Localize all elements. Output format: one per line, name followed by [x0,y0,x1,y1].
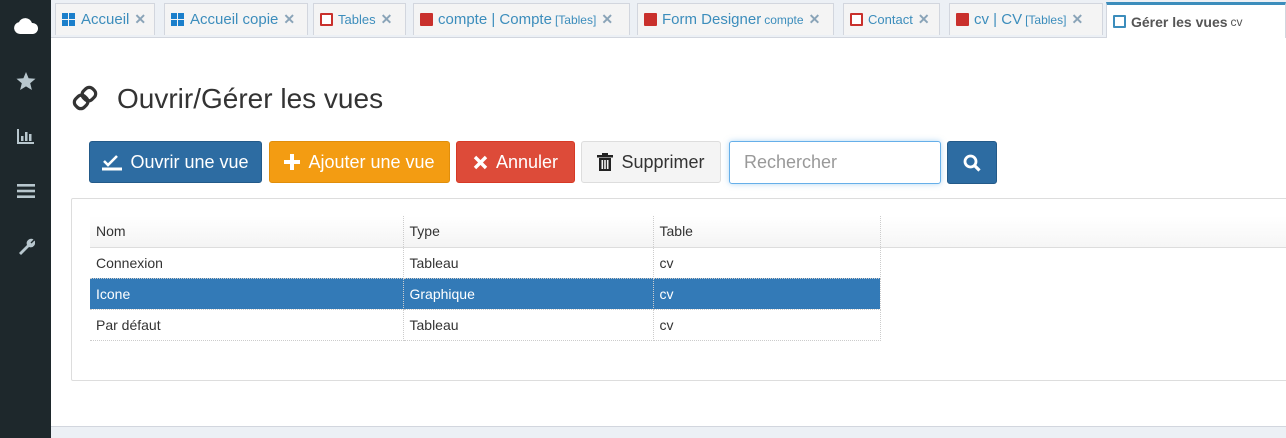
tab-form-designer[interactable]: Form Designer compte ✕ [637,3,834,35]
delete-label: Supprimer [621,151,705,172]
cancel-label: Annuler [495,151,559,172]
close-icon[interactable]: ✕ [134,11,146,28]
menu-icon[interactable] [0,180,51,202]
open-view-button[interactable]: Ouvrir une vue [89,141,262,183]
tab-label: Gérer les vues [1131,13,1228,30]
views-table: Nom Type Table Connexion Tableau cv Icon… [90,216,881,341]
tab-compte[interactable]: compte | Compte [Tables] ✕ [413,3,630,35]
close-icon[interactable]: ✕ [1071,11,1083,28]
check-edit-icon [102,153,123,171]
close-icon[interactable]: ✕ [381,11,393,28]
search-icon [963,154,981,172]
column-header-nom[interactable]: Nom [90,216,404,248]
cell-type: Tableau [403,309,654,341]
link-icon [70,82,100,119]
windows-icon [62,12,76,27]
sidebar [0,0,51,438]
tab-label: Accueil [81,11,130,28]
tab-accueil[interactable]: Accueil ✕ [55,3,155,35]
table-outline-icon [850,13,863,26]
search-button[interactable] [947,141,997,184]
table-fill-icon [644,13,657,26]
cell-table: cv [653,278,881,310]
cell-type: Tableau [403,247,654,279]
close-icon[interactable]: ✕ [601,11,613,28]
close-icon[interactable]: ✕ [283,11,295,28]
windows-icon [171,12,185,27]
tab-gerer-les-vues[interactable]: Gérer les vues cv [1106,2,1286,38]
cancel-button[interactable]: Annuler [456,141,575,183]
tab-label: Tables [338,12,376,27]
cell-table: cv [653,309,881,341]
table-fill-icon [956,13,969,26]
tab-contact[interactable]: Contact ✕ [843,3,940,35]
page-title: Ouvrir/Gérer les vues [117,83,384,114]
star-icon[interactable] [0,69,51,93]
tab-sublabel: cv [1230,14,1243,29]
tab-label: Accueil copie [190,11,279,28]
tab-label: Form Designer [662,11,762,28]
table-header-filler [880,216,1286,248]
tab-tables[interactable]: Tables ✕ [313,3,406,35]
plus-icon [284,154,301,170]
table-outline-icon [320,13,333,26]
wrench-icon[interactable] [0,234,51,258]
table-row[interactable]: Connexion Tableau cv [90,247,881,279]
tab-accueil-copie[interactable]: Accueil copie ✕ [164,3,308,35]
open-view-label: Ouvrir une vue [130,151,249,172]
tab-sublabel: [Tables] [554,12,597,27]
cell-nom: Par défaut [90,309,404,341]
add-view-label: Ajouter une vue [308,151,435,172]
close-icon [473,155,488,170]
table-fill-icon [420,13,433,26]
bar-chart-icon[interactable] [0,125,51,147]
tab-sublabel: compte [764,12,804,27]
tab-sublabel: [Tables] [1025,12,1067,27]
column-header-table[interactable]: Table [653,216,881,248]
tab-cv[interactable]: cv | CV [Tables] ✕ [949,3,1103,35]
tab-label: Contact [868,12,913,27]
table-header-row: Nom Type Table [90,216,881,248]
cell-type: Graphique [403,278,654,310]
cell-table: cv [653,247,881,279]
table-row-selected[interactable]: Icone Graphique cv [90,278,881,310]
tab-bar: Accueil ✕ Accueil copie ✕ Tables ✕ compt… [51,0,1286,38]
column-header-type[interactable]: Type [403,216,654,248]
add-view-button[interactable]: Ajouter une vue [269,141,450,183]
cell-nom: Icone [90,278,404,310]
close-icon[interactable]: ✕ [918,11,930,28]
tab-label: cv | CV [974,11,1023,28]
view-icon [1113,15,1126,28]
close-icon[interactable]: ✕ [809,11,821,28]
footer [51,426,1286,438]
cell-nom: Connexion [90,247,404,279]
trash-icon [597,153,614,171]
delete-button[interactable]: Supprimer [581,141,721,183]
cloud-icon[interactable] [0,12,51,40]
search-input[interactable] [729,141,941,184]
table-row[interactable]: Par défaut Tableau cv [90,309,881,341]
tab-label: compte | Compte [438,11,552,28]
